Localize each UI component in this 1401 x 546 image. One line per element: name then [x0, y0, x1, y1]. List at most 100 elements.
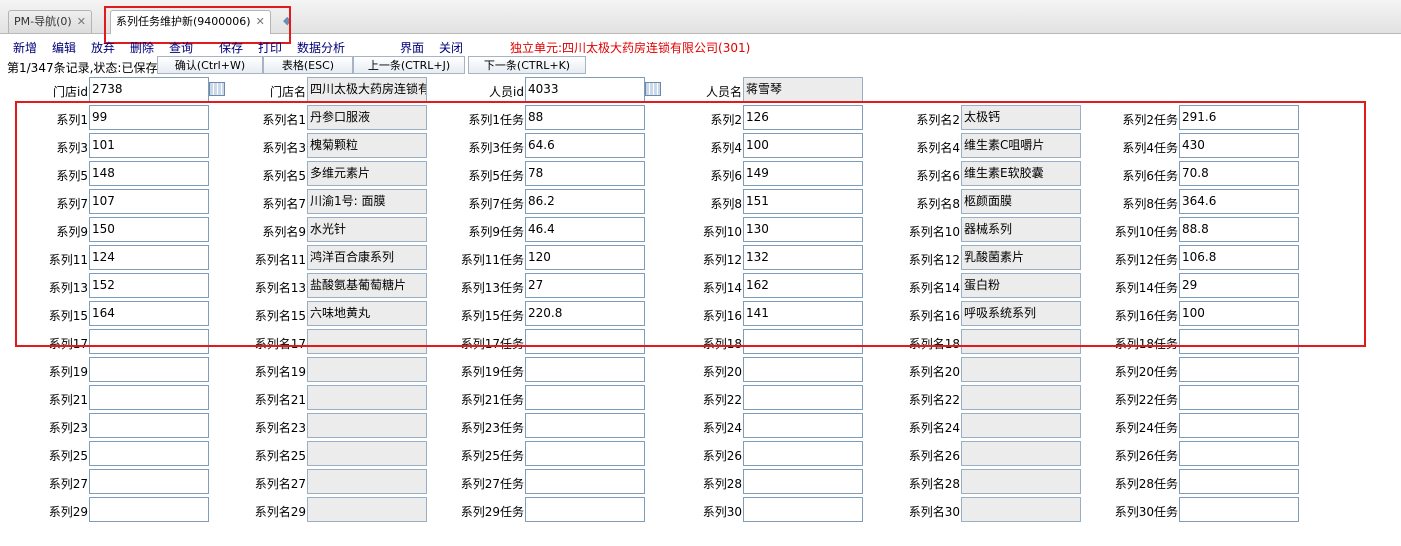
series-code-field[interactable]: 100 [743, 133, 863, 158]
series-code-field[interactable]: 149 [743, 161, 863, 186]
series-task-field[interactable]: 120 [525, 245, 645, 270]
discard-button[interactable]: 放弃 [91, 39, 115, 56]
series-code-field[interactable]: 101 [89, 133, 209, 158]
series-name-field[interactable]: 槐菊颗粒 [307, 133, 427, 158]
series-task-field[interactable]: 86.2 [525, 189, 645, 214]
series-code-field[interactable] [743, 469, 863, 494]
store-id-field[interactable]: 2738 [89, 77, 209, 102]
series-task-field[interactable]: 27 [525, 273, 645, 298]
print-button[interactable]: 打印 [258, 39, 282, 56]
series-code-field[interactable] [89, 497, 209, 522]
series-task-field[interactable]: 88.8 [1179, 217, 1299, 242]
series-code-field[interactable]: 150 [89, 217, 209, 242]
close-icon[interactable]: ✕ [256, 15, 265, 28]
series-task-field[interactable] [525, 469, 645, 494]
series-task-field[interactable]: 220.8 [525, 301, 645, 326]
series-name-field[interactable] [961, 497, 1081, 522]
series-task-field[interactable]: 100 [1179, 301, 1299, 326]
series-task-field[interactable]: 364.6 [1179, 189, 1299, 214]
series-code-field[interactable] [743, 441, 863, 466]
next-record-button[interactable]: 下一条(CTRL+K) [468, 56, 586, 74]
series-task-field[interactable] [1179, 413, 1299, 438]
series-task-field[interactable] [1179, 497, 1299, 522]
prev-record-button[interactable]: 上一条(CTRL+J) [353, 56, 465, 74]
data-analysis-button[interactable]: 数据分析 [297, 39, 345, 56]
series-name-field[interactable]: 太极钙 [961, 105, 1081, 130]
query-button[interactable]: 查询 [169, 39, 193, 56]
series-code-field[interactable] [89, 469, 209, 494]
series-name-field[interactable]: 柩颜面膜 [961, 189, 1081, 214]
series-name-field[interactable] [961, 385, 1081, 410]
table-button[interactable]: 表格(ESC) [263, 56, 353, 74]
series-code-field[interactable] [743, 357, 863, 382]
calendar-icon[interactable] [645, 82, 661, 96]
tab-series-task[interactable]: 系列任务维护新(9400006) ✕ [110, 10, 271, 34]
edit-button[interactable]: 编辑 [52, 39, 76, 56]
series-task-field[interactable] [1179, 441, 1299, 466]
series-task-field[interactable]: 106.8 [1179, 245, 1299, 270]
series-code-field[interactable] [743, 497, 863, 522]
person-name-field[interactable]: 蒋雪琴 [743, 77, 863, 102]
series-task-field[interactable]: 29 [1179, 273, 1299, 298]
series-task-field[interactable]: 70.8 [1179, 161, 1299, 186]
series-name-field[interactable] [961, 441, 1081, 466]
series-name-field[interactable]: 器械系列 [961, 217, 1081, 242]
series-name-field[interactable]: 维生素C咀嚼片 [961, 133, 1081, 158]
series-name-field[interactable] [307, 413, 427, 438]
series-code-field[interactable]: 162 [743, 273, 863, 298]
new-button[interactable]: 新增 [13, 39, 37, 56]
series-task-field[interactable] [525, 385, 645, 410]
delete-button[interactable]: 删除 [130, 39, 154, 56]
series-code-field[interactable] [89, 357, 209, 382]
series-code-field[interactable] [743, 413, 863, 438]
series-name-field[interactable] [307, 441, 427, 466]
series-task-field[interactable]: 88 [525, 105, 645, 130]
series-name-field[interactable]: 丹参口服液 [307, 105, 427, 130]
calendar-icon[interactable] [209, 82, 225, 96]
series-task-field[interactable] [525, 413, 645, 438]
series-task-field[interactable] [525, 357, 645, 382]
tab-pm-nav[interactable]: PM-导航(0) ✕ [8, 10, 92, 33]
series-code-field[interactable]: 124 [89, 245, 209, 270]
tab-scroll-icon[interactable]: ◆ [283, 14, 291, 27]
series-code-field[interactable] [743, 329, 863, 354]
series-code-field[interactable]: 152 [89, 273, 209, 298]
series-task-field[interactable]: 64.6 [525, 133, 645, 158]
series-task-field[interactable] [1179, 357, 1299, 382]
series-name-field[interactable] [307, 385, 427, 410]
series-name-field[interactable]: 维生素E软胶囊 [961, 161, 1081, 186]
series-task-field[interactable] [1179, 469, 1299, 494]
person-id-field[interactable]: 4033 [525, 77, 645, 102]
series-code-field[interactable] [743, 385, 863, 410]
confirm-button[interactable]: 确认(Ctrl+W) [157, 56, 263, 74]
series-code-field[interactable]: 107 [89, 189, 209, 214]
series-name-field[interactable]: 乳酸菌素片 [961, 245, 1081, 270]
series-code-field[interactable] [89, 385, 209, 410]
interface-button[interactable]: 界面 [400, 39, 424, 56]
series-code-field[interactable]: 151 [743, 189, 863, 214]
series-task-field[interactable]: 46.4 [525, 217, 645, 242]
series-name-field[interactable]: 鸿洋百合康系列 [307, 245, 427, 270]
series-code-field[interactable]: 130 [743, 217, 863, 242]
series-name-field[interactable] [961, 357, 1081, 382]
series-task-field[interactable] [525, 497, 645, 522]
series-code-field[interactable]: 99 [89, 105, 209, 130]
series-name-field[interactable] [307, 469, 427, 494]
close-button[interactable]: 关闭 [439, 39, 463, 56]
series-name-field[interactable]: 六味地黄丸 [307, 301, 427, 326]
series-name-field[interactable]: 呼吸系统系列 [961, 301, 1081, 326]
series-code-field[interactable] [89, 413, 209, 438]
series-code-field[interactable]: 148 [89, 161, 209, 186]
series-code-field[interactable]: 132 [743, 245, 863, 270]
series-name-field[interactable]: 川渝1号: 面膜 [307, 189, 427, 214]
series-code-field[interactable]: 141 [743, 301, 863, 326]
series-code-field[interactable]: 164 [89, 301, 209, 326]
series-name-field[interactable] [961, 469, 1081, 494]
close-icon[interactable]: ✕ [77, 15, 86, 28]
series-task-field[interactable] [525, 441, 645, 466]
series-name-field[interactable]: 盐酸氨基葡萄糖片 [307, 273, 427, 298]
series-name-field[interactable]: 蛋白粉 [961, 273, 1081, 298]
series-code-field[interactable] [89, 329, 209, 354]
series-name-field[interactable]: 水光针 [307, 217, 427, 242]
series-task-field[interactable]: 291.6 [1179, 105, 1299, 130]
